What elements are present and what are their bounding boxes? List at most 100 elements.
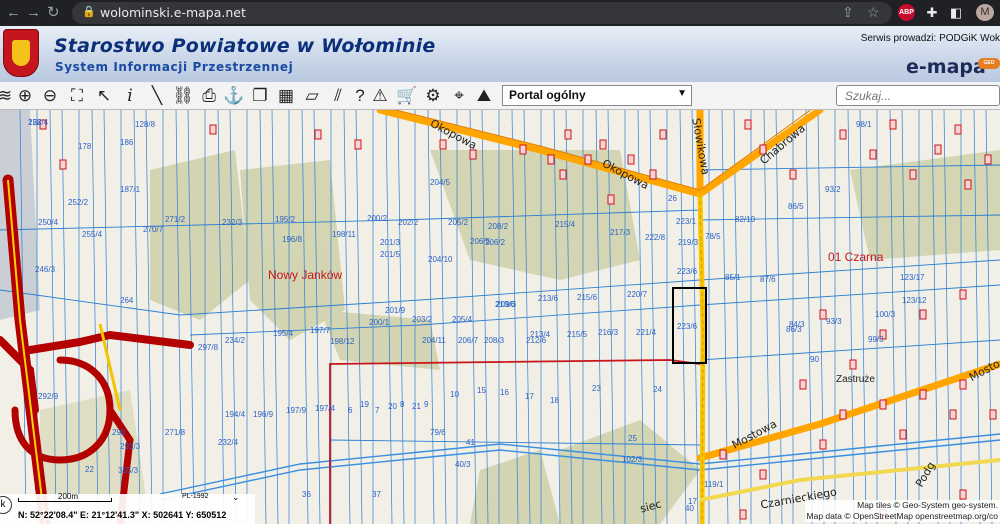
parcel-label: 264 — [120, 296, 134, 305]
parcel-label: 200/1 — [369, 318, 390, 327]
reload-icon[interactable]: ↻ — [47, 3, 60, 23]
parcel-label: 41 — [466, 438, 475, 447]
parcel-label: 223/6 — [677, 322, 698, 331]
parcel-label: 293/3 — [120, 442, 141, 451]
parcel-label: 203/2 — [412, 315, 433, 324]
parcel-label: 201/9 — [385, 306, 406, 315]
parcel-label: 123/12 — [902, 296, 927, 305]
parcel-label: 232/3 — [222, 218, 243, 227]
parcel-label: 201/5 — [380, 250, 401, 259]
parcel-label: 232/4 — [218, 438, 239, 447]
layers-copy-icon[interactable]: ❐ — [249, 85, 271, 107]
share-icon[interactable]: ⇪ — [842, 4, 854, 21]
crs-select[interactable]: PL-1992 — [182, 493, 208, 500]
parcel-label: 197/7 — [310, 326, 331, 335]
parcel-label: 252/2 — [68, 198, 89, 207]
print-icon[interactable]: ⎙ — [198, 85, 220, 107]
terrain-icon[interactable]: ⛰ — [473, 85, 495, 107]
portal-select-value: Portal ogólny — [509, 88, 586, 102]
adblock-icon[interactable]: ABP — [898, 4, 915, 21]
emapa-badge: GEO — [978, 58, 1000, 69]
emapa-logo[interactable]: e-mapa — [906, 56, 986, 78]
parcel-label: 355/3 — [118, 466, 139, 475]
select-arrow-icon[interactable]: ↖ — [93, 85, 115, 107]
avatar[interactable]: M — [976, 4, 994, 21]
attribution-data[interactable]: Map data © OpenStreetMap openstreetmap.o… — [807, 511, 998, 522]
parcel-label: 215/4 — [555, 220, 576, 229]
help-icon[interactable]: ? — [349, 85, 371, 107]
parcel-label: 202/2 — [398, 218, 419, 227]
parcel-label: 90 — [810, 355, 819, 364]
forward-arrow-icon[interactable]: → — [26, 3, 41, 23]
parcel-label: 292/9 — [38, 392, 59, 401]
parcel-label: 40 — [685, 504, 694, 513]
parcel-label: 23 — [592, 384, 601, 393]
parcel-label: 18 — [550, 396, 559, 405]
parcel-label: 82/10 — [735, 215, 756, 224]
parcel-label: 220/7 — [627, 290, 648, 299]
parcel-label: 270/7 — [143, 225, 164, 234]
parcel-label: 205/2 — [448, 218, 469, 227]
cart-icon[interactable]: 🛒 — [396, 85, 418, 107]
portal-select[interactable]: Portal ogólny ▼ — [502, 85, 692, 106]
parcel-label: 197/4 — [315, 404, 336, 413]
parcel-label: 194/4 — [225, 410, 246, 419]
map-canvas[interactable]: Okopowa Okopowa Słowikowa Chabrowa Mosto… — [0, 110, 1000, 524]
parcel-label: 223/1 — [676, 217, 697, 226]
parcel-label: 7 — [375, 406, 380, 415]
star-icon[interactable]: ☆ — [867, 4, 880, 21]
parcel-label: 26 — [668, 194, 677, 203]
parcel-label: 100/3 — [875, 310, 896, 319]
back-arrow-icon[interactable]: ← — [6, 3, 21, 23]
info-icon[interactable]: i — [119, 85, 141, 107]
sidebar-icon[interactable]: ◧ — [948, 4, 964, 21]
place-czarna: 01 Czarna — [828, 250, 884, 264]
chevron-down-icon: ▼ — [677, 88, 687, 99]
layout-icon[interactable]: ▦ — [275, 85, 297, 107]
puzzle-icon[interactable]: ✚ — [924, 4, 940, 21]
warning-layers-icon[interactable]: ⚠ — [369, 85, 391, 107]
parcel-label: 25 — [628, 434, 637, 443]
parcel-label: 197/9 — [286, 406, 307, 415]
hatch-icon[interactable]: ⫽ — [327, 85, 349, 107]
anchor-icon[interactable]: ⚓ — [223, 85, 245, 107]
parcel-label: 204/5 — [430, 178, 451, 187]
parcel-label: 20 — [388, 402, 397, 411]
location-icon[interactable]: ⌖ — [448, 85, 470, 107]
measure-icon[interactable]: ╲ — [146, 85, 168, 107]
zoom-extent-icon[interactable]: ⛶ — [66, 85, 88, 107]
coordinates-readout: N: 52°22'08.4" E: 21°12'41.3" X: 502641 … — [18, 510, 227, 520]
zoom-in-icon[interactable]: ⊕ — [14, 85, 36, 107]
parcel-label: 206/7 — [458, 336, 479, 345]
parcel-label: 102/3 — [622, 455, 643, 464]
parcel-label: 119/1 — [704, 480, 724, 489]
parcel-label: 86/5 — [788, 202, 804, 211]
url-text[interactable]: wolominski.e-mapa.net — [100, 5, 246, 20]
search-input[interactable] — [836, 85, 1000, 106]
parcel-label: 219/3 — [678, 238, 699, 247]
parcel-label: 234/2 — [225, 336, 246, 345]
attribution-tiles[interactable]: Map tiles © Geo-System geo-system. — [807, 500, 998, 511]
parcel-label: 255/4 — [82, 230, 103, 239]
scale-panel: 200m PL-1992 ⌄ N: 52°22'08.4" E: 21°12'4… — [0, 492, 255, 524]
parcel-label: 6 — [348, 406, 353, 415]
parcel-label: 128/8 — [135, 120, 156, 129]
chevron-down-icon[interactable]: ⌄ — [232, 492, 240, 503]
link-icon[interactable]: ⛓ — [172, 85, 194, 107]
place-nowy-jankow: Nowy Janków — [268, 268, 343, 282]
parcel-label: 98/1 — [856, 120, 872, 129]
settings-icon[interactable]: ⚙ — [422, 85, 444, 107]
zoom-out-icon[interactable]: ⊖ — [39, 85, 61, 107]
site-header: Starostwo Powiatowe w Wołominie System I… — [0, 26, 1000, 82]
address-bar[interactable]: 🔒 wolominski.e-mapa.net ⇪ ☆ — [72, 2, 892, 24]
parcel-label: 17 — [525, 392, 534, 401]
parcel-label: 84/3 — [789, 320, 805, 329]
parcel-label: 93/3 — [826, 317, 842, 326]
shape-icon[interactable]: ▱ — [301, 85, 323, 107]
parcel-label: 85/1 — [725, 273, 741, 282]
map-attribution: Map tiles © Geo-System geo-system. Map d… — [804, 500, 1000, 522]
lock-icon[interactable]: 🔒 — [82, 5, 96, 18]
parcel-label: 178 — [78, 142, 92, 151]
parcel-label: 37 — [372, 490, 381, 499]
parcel-label: 222/8 — [645, 233, 666, 242]
